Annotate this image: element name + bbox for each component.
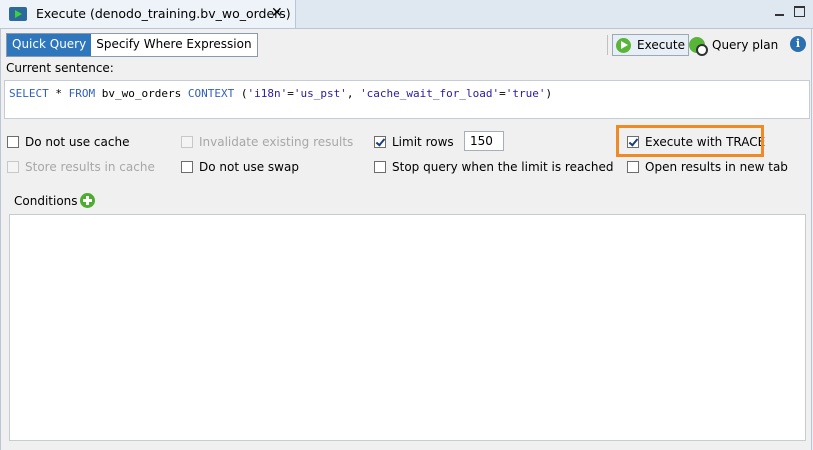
store-results-in-cache-checkbox [7, 161, 19, 173]
conditions-area[interactable] [9, 214, 806, 441]
current-sentence-label: Current sentence: [6, 61, 114, 75]
tab-title: Execute (denodo_training.bv_wo_orders) [36, 6, 291, 21]
open-results-new-tab-checkbox[interactable] [627, 161, 639, 173]
stop-query-limit-checkbox[interactable] [374, 161, 386, 173]
trace-highlight-box [616, 125, 764, 157]
query-plan-button[interactable]: Query plan [689, 34, 778, 56]
query-plan-icon [689, 37, 708, 56]
execute-tab[interactable]: Execute (denodo_training.bv_wo_orders) ✕ [0, 0, 296, 28]
add-condition-icon[interactable] [80, 193, 95, 208]
toolbar-separator [607, 35, 608, 55]
execute-label: Execute [637, 38, 685, 52]
editor-tab-bar: Execute (denodo_training.bv_wo_orders) ✕ [0, 0, 813, 29]
query-mode-tabs: Quick Query Specify Where Expression [6, 33, 258, 57]
limit-rows-input[interactable]: 150 [464, 131, 504, 151]
query-plan-label: Query plan [712, 38, 779, 52]
play-icon [616, 37, 631, 53]
do-not-use-swap-checkbox[interactable] [181, 161, 193, 173]
do-not-use-cache-checkbox[interactable] [7, 136, 19, 148]
option-store-results-in-cache: Store results in cache [7, 159, 155, 175]
option-open-results-new-tab[interactable]: Open results in new tab [627, 159, 788, 175]
close-icon[interactable]: ✕ [271, 4, 283, 22]
option-invalidate-existing-results: Invalidate existing results [181, 134, 353, 150]
maximize-icon[interactable] [794, 6, 805, 17]
option-do-not-use-swap[interactable]: Do not use swap [181, 159, 299, 175]
query-text-area[interactable]: SELECT * FROM bv_wo_orders CONTEXT ('i18… [4, 80, 810, 119]
execute-view-icon [9, 7, 27, 21]
option-do-not-use-cache[interactable]: Do not use cache [7, 134, 129, 150]
invalidate-existing-results-checkbox [181, 136, 193, 148]
tab-quick-query[interactable]: Quick Query [7, 34, 92, 56]
minimize-icon[interactable] [774, 6, 786, 18]
tab-specify-where-expression[interactable]: Specify Where Expression [91, 34, 257, 56]
execute-panel: Quick Query Specify Where Expression Exe… [0, 29, 812, 450]
conditions-label: Conditions [14, 194, 78, 208]
execute-button[interactable]: Execute [612, 34, 689, 56]
limit-rows-checkbox[interactable] [374, 136, 386, 148]
query-text: SELECT * FROM bv_wo_orders CONTEXT ('i18… [9, 87, 553, 100]
info-icon[interactable]: i [790, 36, 806, 52]
option-limit-rows[interactable]: Limit rows [374, 134, 454, 150]
option-stop-query-limit[interactable]: Stop query when the limit is reached [374, 159, 614, 175]
